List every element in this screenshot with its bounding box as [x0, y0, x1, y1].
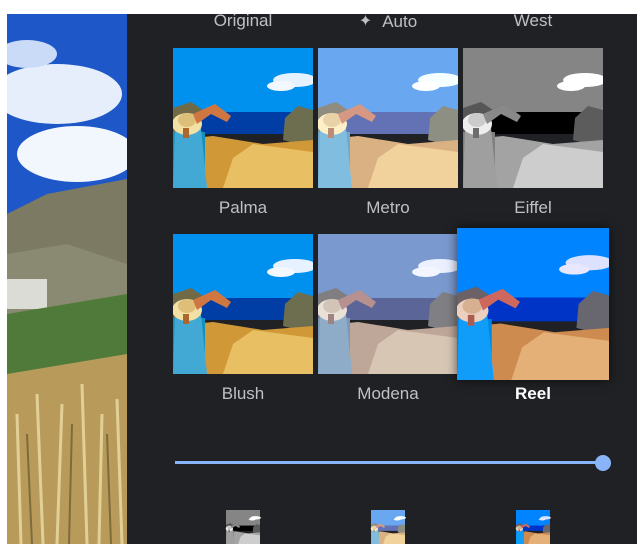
filter-label-text: Auto — [382, 12, 418, 31]
sparkle-icon: ✦ — [358, 13, 373, 30]
filter-label-original: Original — [173, 11, 313, 31]
intensity-slider[interactable] — [175, 455, 611, 471]
background-photo — [7, 14, 127, 544]
filter-label-text: West — [513, 11, 553, 30]
filter-thumb-modena[interactable] — [318, 234, 458, 374]
filter-thumb-partial[interactable] — [173, 510, 313, 544]
filter-thumb-eiffel[interactable] — [463, 48, 603, 188]
filter-thumb-partial[interactable] — [463, 510, 603, 544]
filter-label-metro: Metro — [318, 198, 458, 218]
filter-label-auto: ✦ Auto — [318, 11, 458, 32]
filter-label-text: Original — [213, 11, 273, 30]
filter-label-text: Blush — [221, 384, 265, 403]
filter-thumb-metro[interactable] — [318, 48, 458, 188]
filter-label-palma: Palma — [173, 198, 313, 218]
slider-knob[interactable] — [595, 455, 611, 471]
filter-thumb-palma[interactable] — [173, 48, 313, 188]
filter-thumb-blush[interactable] — [173, 234, 313, 374]
editor-frame: Original ✦ Auto West Palma Metro Eiffel Blush Mo… — [7, 0, 637, 544]
slider-fill — [175, 461, 603, 464]
filter-label-text: Modena — [357, 384, 419, 403]
filter-thumb-reel[interactable] — [457, 228, 609, 380]
filter-label-text: Metro — [366, 198, 410, 217]
filter-label-blush: Blush — [173, 384, 313, 404]
filter-label-text: Palma — [218, 198, 268, 217]
filter-label-west: West — [463, 11, 603, 31]
filter-label-text: Reel — [515, 384, 551, 403]
filter-thumb-partial[interactable] — [318, 510, 458, 544]
filter-label-reel: Reel — [463, 384, 603, 404]
filter-label-eiffel: Eiffel — [463, 198, 603, 218]
filter-label-text: Eiffel — [514, 198, 552, 217]
filter-label-modena: Modena — [318, 384, 458, 404]
